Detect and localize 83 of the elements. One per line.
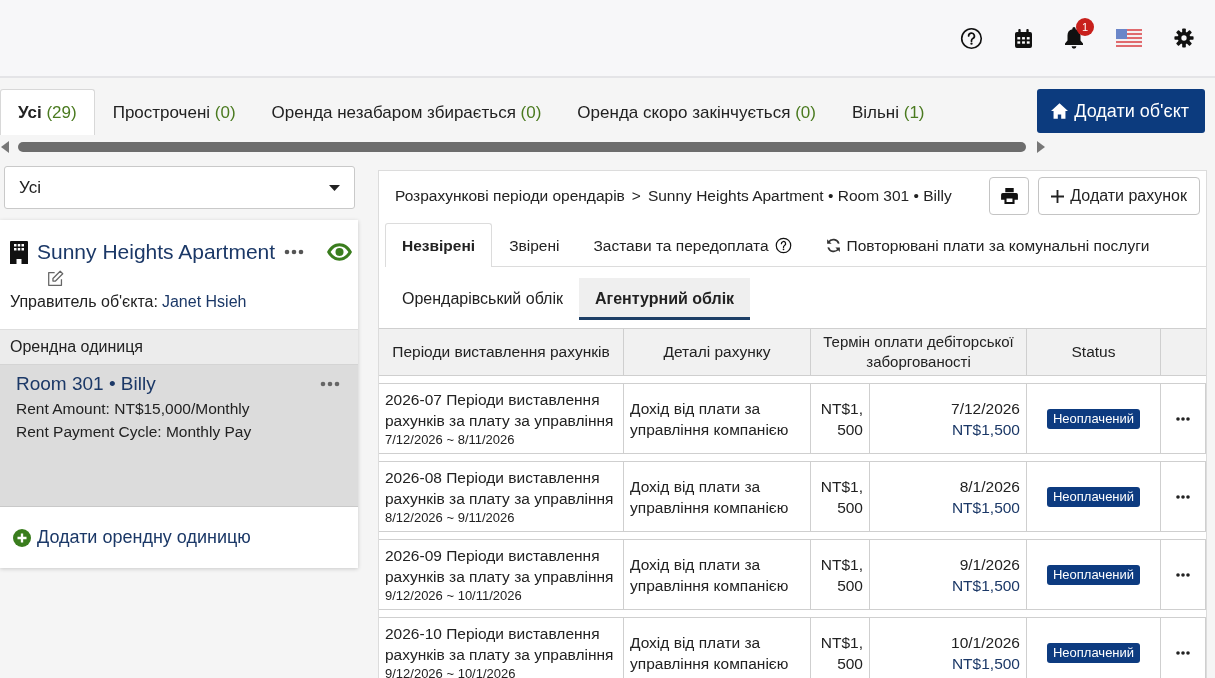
bill-tab[interactable]: Застави та передоплата — [576, 223, 809, 267]
due-amount: NT$1,500 — [951, 653, 1020, 674]
more-options-icon[interactable] — [1176, 650, 1190, 655]
unit-detail: Rent Amount: NT$15,000/Monthly — [16, 400, 251, 418]
column-header: Деталі рахунку — [624, 329, 811, 375]
settings-icon[interactable] — [1174, 28, 1194, 48]
amount-cell-text: NT$1,500 — [819, 476, 863, 518]
more-options-icon[interactable] — [284, 249, 305, 255]
property-name-link[interactable]: Sunny Heights Apartment — [37, 240, 276, 264]
filter-tab[interactable]: Оренда незабаром збирається (0) — [253, 89, 560, 135]
notification-badge: 1 — [1076, 18, 1094, 36]
bell-icon[interactable] — [1064, 27, 1084, 49]
help-icon — [774, 237, 792, 254]
ledger-tab[interactable]: Агентурний облік — [579, 278, 751, 320]
edit-icon[interactable] — [47, 270, 64, 287]
due-amount: NT$1,500 — [951, 497, 1020, 518]
filter-tab[interactable]: Прострочені (0) — [94, 89, 254, 135]
scroll-right-arrow-icon[interactable] — [1036, 141, 1046, 153]
add-bill-button[interactable]: Додати рахунок — [1038, 177, 1200, 215]
plus-circle-icon[interactable] — [13, 528, 31, 547]
breadcrumb-separator: > — [631, 187, 641, 205]
print-button[interactable] — [989, 177, 1030, 215]
bill-tab[interactable]: Незвірені — [385, 223, 493, 267]
filter-tab[interactable]: Усі (29) — [0, 89, 95, 135]
add-unit-link[interactable]: Додати орендну одиницю — [37, 527, 251, 548]
caret-down-icon — [329, 184, 340, 191]
due-date: 10/1/2026 — [951, 632, 1020, 653]
add-property-button[interactable]: Додати об'єкт — [1037, 89, 1205, 133]
column-header: Періоди виставлення рахунків — [379, 329, 624, 375]
rental-unit-item[interactable]: Room 301 • Billy Rent Amount: NT$15,000/Monthly Rent Payment Cycle: Monthly Pay — [0, 365, 358, 507]
breadcrumb-item: Sunny Heights Apartment • Room 301 • Billy — [647, 187, 952, 205]
flag-icon[interactable] — [1116, 29, 1142, 47]
unit-title: Room 301 • Billy — [16, 373, 156, 395]
bill-tab[interactable]: Звірені — [492, 223, 577, 267]
billing-period-title: 2026-10 Періоди виставлення рахунків за плату за управління — [385, 623, 615, 665]
billing-period-title: 2026-07 Періоди виставлення рахунків за плату за управління — [385, 389, 615, 431]
amount-cell-text: NT$1,500 — [819, 632, 863, 674]
more-options-icon[interactable] — [1176, 572, 1190, 577]
ledger-tab[interactable]: Орендарівський облік — [386, 278, 579, 320]
more-options-icon[interactable] — [1176, 494, 1190, 499]
billing-period-title: 2026-09 Періоди виставлення рахунків за плату за управління — [385, 545, 615, 587]
house-icon — [1051, 103, 1069, 119]
status-badge: Неоплачений — [1046, 486, 1141, 507]
filter-dropdown[interactable]: Усі — [4, 166, 355, 209]
status-badge: Неоплачений — [1046, 564, 1141, 585]
building-icon — [10, 240, 28, 264]
billing-period-title: 2026-08 Періоди виставлення рахунків за плату за управління — [385, 467, 615, 509]
eye-icon[interactable] — [327, 243, 353, 261]
manager-name-link[interactable]: Janet Hsieh — [161, 293, 247, 311]
help-icon[interactable] — [960, 26, 983, 50]
bill-details-cell: Дохід від плати за управління компанією — [624, 462, 811, 531]
status-badge: Неоплачений — [1046, 408, 1141, 429]
bill-tab[interactable]: Повторювані плати за комунальні послуги — [808, 223, 1167, 267]
filter-tab[interactable]: Оренда скоро закінчується (0) — [559, 89, 834, 135]
more-options-icon[interactable] — [1176, 416, 1190, 421]
billing-period-dates: 7/12/2026 ~ 8/11/2026 — [385, 430, 516, 449]
billing-period-dates: 9/12/2026 ~ 10/11/2026 — [385, 586, 523, 605]
scroll-left-arrow-icon[interactable] — [0, 141, 10, 153]
due-amount: NT$1,500 — [951, 419, 1020, 440]
billing-period-dates: 8/12/2026 ~ 9/11/2026 — [385, 508, 516, 527]
filter-tab[interactable]: Вільні (1) — [833, 89, 943, 135]
breadcrumb-item[interactable]: Розрахункові періоди орендарів — [395, 187, 625, 205]
scrollbar-thumb[interactable] — [18, 142, 1026, 152]
column-header: Термін оплати дебіторської заборгованості — [811, 329, 1027, 375]
bill-details-cell: Дохід від плати за управління компанією — [624, 618, 811, 678]
unit-detail: Rent Payment Cycle: Monthly Pay — [16, 423, 253, 441]
status-badge: Неоплачений — [1046, 642, 1141, 663]
refresh-icon — [825, 238, 841, 253]
units-heading: Орендна одиниця — [0, 329, 358, 365]
column-header: Status — [1027, 329, 1161, 375]
due-amount: NT$1,500 — [951, 575, 1020, 596]
manager-label: Управитель об'єкта: — [10, 293, 158, 311]
calendar-icon[interactable] — [1015, 28, 1032, 48]
due-date: 8/1/2026 — [959, 476, 1020, 497]
bill-details-cell: Дохід від плати за управління компанією — [624, 384, 811, 453]
due-date: 7/12/2026 — [951, 398, 1020, 419]
due-date: 9/1/2026 — [959, 554, 1020, 575]
bill-details-cell: Дохід від плати за управління компанією — [624, 540, 811, 609]
plus-icon — [1051, 189, 1065, 203]
printer-icon — [1000, 188, 1018, 204]
billing-period-dates: 9/12/2026 ~ 10/1/2026 — [385, 664, 517, 678]
amount-cell-text: NT$1,500 — [819, 554, 863, 596]
amount-cell-text: NT$1,500 — [819, 398, 863, 440]
